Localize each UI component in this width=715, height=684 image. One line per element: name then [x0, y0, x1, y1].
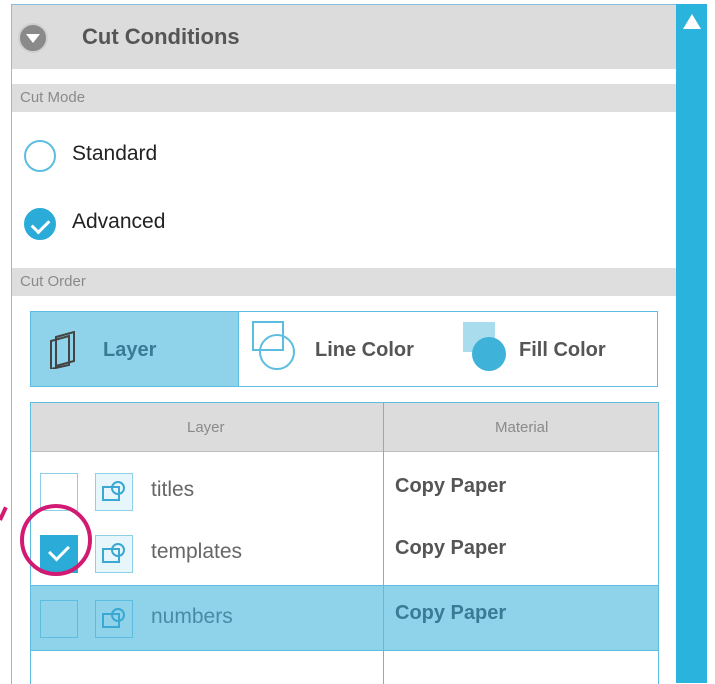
radio-checked-icon[interactable]: [24, 208, 56, 240]
vertical-scrollbar[interactable]: [676, 4, 707, 683]
table-row[interactable]: templates Copy Paper: [31, 521, 658, 587]
material-value[interactable]: Copy Paper: [395, 475, 506, 498]
layer-name: titles: [151, 478, 195, 501]
fill-color-button-label: Fill Color: [519, 339, 606, 361]
material-column-header[interactable]: Material: [495, 419, 548, 436]
line-color-button-label: Line Color: [315, 339, 414, 361]
table-row[interactable]: titles Copy Paper: [31, 459, 658, 525]
layer-icon: [95, 473, 133, 511]
panel-title: Cut Conditions: [82, 24, 240, 49]
cut-order-layer-button[interactable]: Layer: [31, 312, 238, 386]
cut-order-section-label: Cut Order: [12, 268, 677, 296]
radio-circle-icon[interactable]: [24, 140, 56, 172]
annotation-pointer-line: [0, 506, 8, 521]
layer-button-label: Layer: [103, 339, 157, 361]
radio-advanced-label: Advanced: [72, 210, 166, 233]
layers-icon: [50, 331, 75, 369]
layer-column-header[interactable]: Layer: [187, 419, 225, 436]
radio-standard-label: Standard: [72, 142, 158, 165]
cut-conditions-header[interactable]: Cut Conditions: [12, 5, 677, 69]
cut-order-segmented-control: Layer Line Color Fill Color: [30, 311, 658, 387]
chevron-down-circle-icon[interactable]: [18, 23, 48, 53]
row-checkbox[interactable]: [40, 600, 78, 638]
fill-color-icon: [463, 322, 506, 371]
cut-mode-section-label: Cut Mode: [12, 84, 677, 112]
table-header: Layer Material: [31, 403, 658, 452]
material-value[interactable]: Copy Paper: [395, 602, 506, 625]
scroll-up-arrow-icon[interactable]: [683, 14, 701, 29]
layer-name: templates: [151, 540, 243, 563]
cut-conditions-panel: Cut Conditions Cut Mode Standard Advance…: [11, 4, 677, 684]
annotation-highlight-circle: [20, 504, 92, 576]
column-divider: [383, 403, 384, 684]
layer-material-table: Layer Material titles Copy Paper templat…: [30, 402, 659, 684]
layer-icon: [95, 600, 133, 638]
layer-icon: [95, 535, 133, 573]
material-value[interactable]: Copy Paper: [395, 537, 506, 560]
line-color-icon: [252, 321, 295, 370]
layer-name: numbers: [151, 605, 233, 628]
table-row-selected[interactable]: numbers Copy Paper: [31, 585, 658, 651]
cut-order-fill-color-button[interactable]: Fill Color: [449, 312, 657, 386]
cut-order-line-color-button[interactable]: Line Color: [239, 312, 449, 386]
